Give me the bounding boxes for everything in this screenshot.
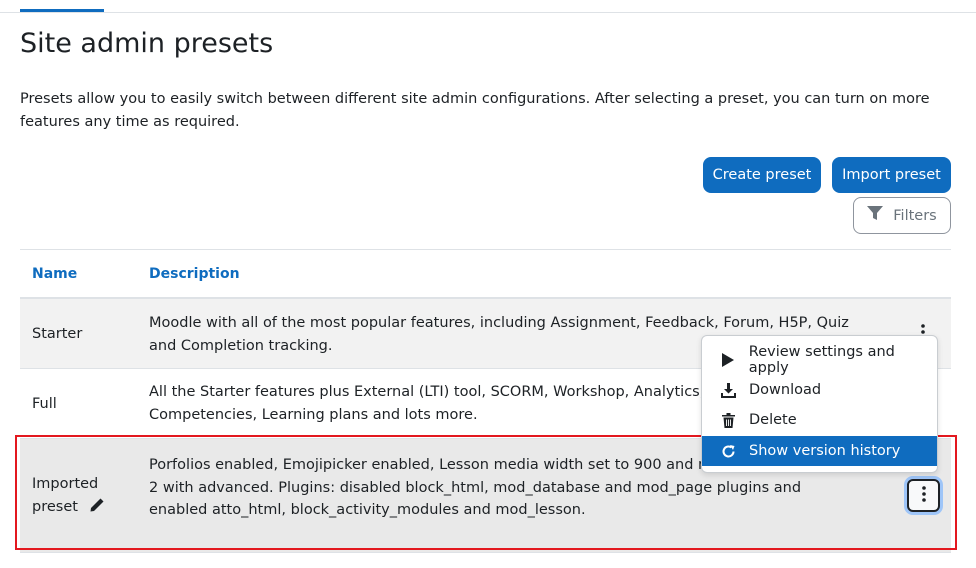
page-title: Site admin presets — [20, 28, 274, 59]
filters-label: Filters — [893, 207, 937, 224]
history-icon — [720, 443, 736, 459]
kebab-icon — [921, 485, 926, 506]
menu-item-label: Show version history — [749, 443, 901, 459]
menu-item-version-history[interactable]: Show version history — [702, 436, 937, 466]
menu-item-label: Review settings and apply — [748, 344, 895, 376]
preset-name-wrap: Imported preset — [32, 473, 122, 520]
play-icon — [720, 352, 736, 368]
menu-item-review[interactable]: Review settings and apply — [702, 344, 937, 376]
menu-item-label: Delete — [749, 412, 797, 428]
preset-name: Full — [32, 396, 57, 412]
row-actions-button[interactable] — [907, 479, 940, 512]
table-header: Name Description — [20, 249, 951, 299]
page-intro: Presets allow you to easily switch betwe… — [20, 91, 930, 130]
filters-button[interactable]: Filters — [853, 197, 951, 234]
preset-name: Starter — [32, 326, 83, 342]
row-actions-menu: Review settings and apply Download Delet… — [701, 335, 938, 473]
active-tab-indicator — [20, 9, 104, 12]
menu-item-download[interactable]: Download — [702, 375, 937, 405]
menu-item-label: Download — [749, 382, 822, 398]
trash-icon — [720, 412, 736, 428]
tab-bar — [0, 0, 976, 13]
column-header-name[interactable]: Name — [32, 266, 77, 282]
create-preset-button[interactable]: Create preset — [703, 157, 821, 193]
menu-item-delete[interactable]: Delete — [702, 405, 937, 435]
column-header-description: Description — [149, 266, 240, 282]
filter-icon — [867, 206, 884, 225]
import-preset-button[interactable]: Import preset — [832, 157, 951, 193]
download-icon — [720, 382, 736, 398]
edit-pencil-icon[interactable] — [89, 497, 105, 521]
